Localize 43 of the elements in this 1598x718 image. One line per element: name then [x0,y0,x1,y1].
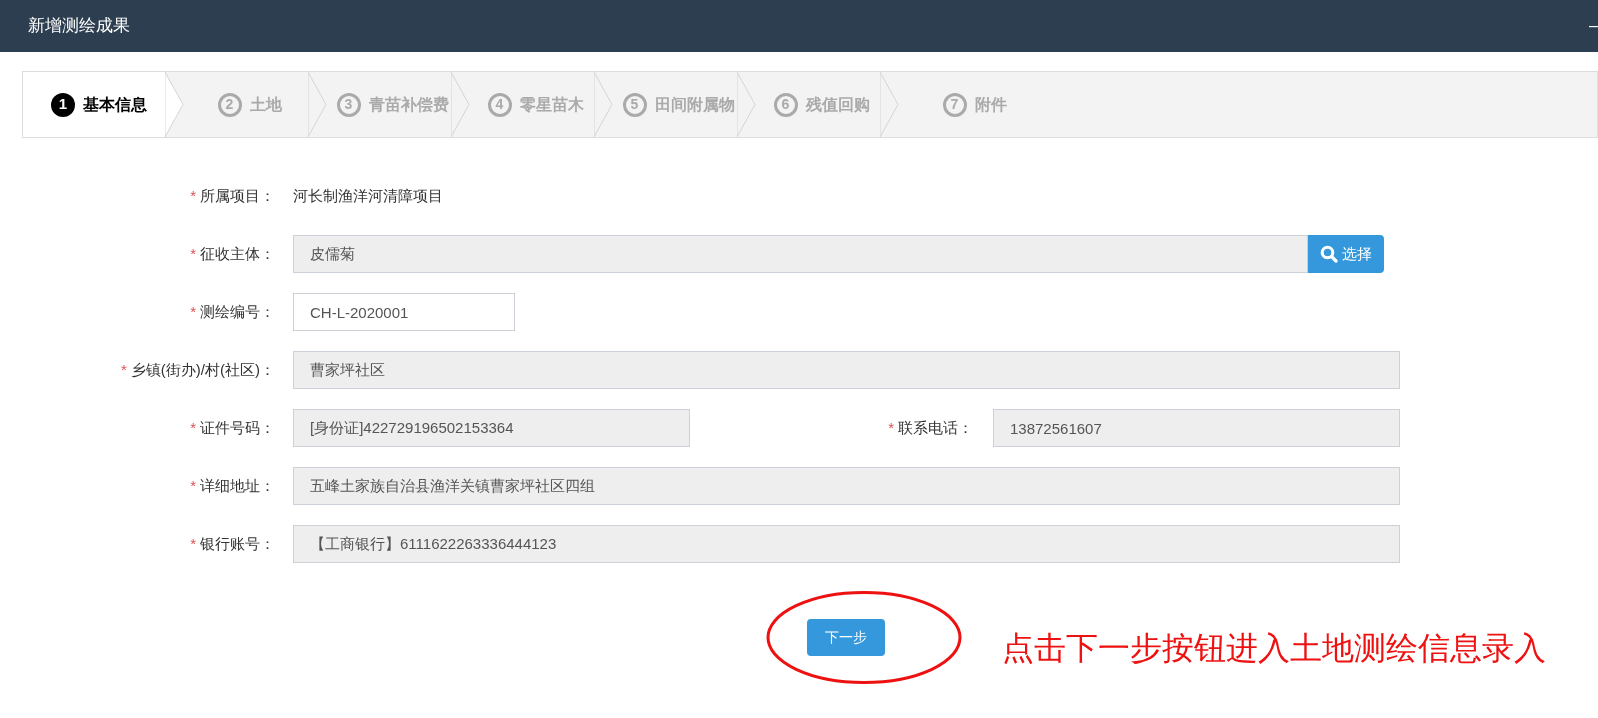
field-label: 联系电话： [898,417,973,438]
step-label: 残值回购 [805,94,870,115]
step-label: 附件 [974,94,1007,115]
text-field[interactable]: 曹家坪社区 [293,351,1400,389]
annotation-text: 点击下一步按钮进入土地测绘信息录入 [1002,628,1546,668]
minimize-button[interactable]: – [1589,14,1598,38]
step-label: 土地 [249,94,282,115]
required-asterisk: * [190,185,196,206]
text-field[interactable]: 皮儒菊 [293,235,1308,273]
step-label: 田间附属物 [654,94,735,115]
required-asterisk: * [190,301,196,322]
step-number: 4 [487,92,512,117]
field-label: 详细地址： [200,475,275,496]
text-field[interactable]: 五峰土家族自治县渔洋关镇曹家坪社区四组 [293,467,1400,505]
text-field[interactable]: [身份证]422729196502153364 [293,409,690,447]
step-number: 1 [51,92,75,117]
step-number: 5 [622,92,647,117]
required-asterisk: * [888,417,894,438]
field-label: 乡镇(街办)/村(社区)： [130,359,275,380]
required-asterisk: * [190,533,196,554]
field-label: 银行账号： [200,533,275,554]
required-asterisk: * [190,243,196,264]
step-number: 3 [336,92,361,117]
step-label: 零星苗木 [519,94,584,115]
step-label: 青苗补偿费 [368,94,449,115]
step-number: 6 [773,92,798,117]
required-asterisk: * [121,359,127,380]
text-field[interactable]: 13872561607 [993,409,1400,447]
step-tab[interactable]: 1 基本信息 [23,72,185,137]
required-asterisk: * [190,475,196,496]
search-icon [1320,245,1338,263]
step-label: 基本信息 [83,94,147,115]
window-title: 新增测绘成果 [28,15,130,38]
step-number: 7 [942,92,967,117]
project-name: 河长制渔洋河清障项目 [293,187,443,204]
field-label: 所属项目： [200,185,275,206]
required-asterisk: * [190,417,196,438]
field-label: 测绘编号： [200,301,275,322]
step-number: 2 [217,92,242,117]
text-field[interactable]: 【工商银行】6111622263336444123 [293,525,1400,563]
field-label: 证件号码： [200,417,275,438]
field-label: 征收主体： [200,243,275,264]
text-field[interactable]: CH-L-2020001 [293,293,515,331]
